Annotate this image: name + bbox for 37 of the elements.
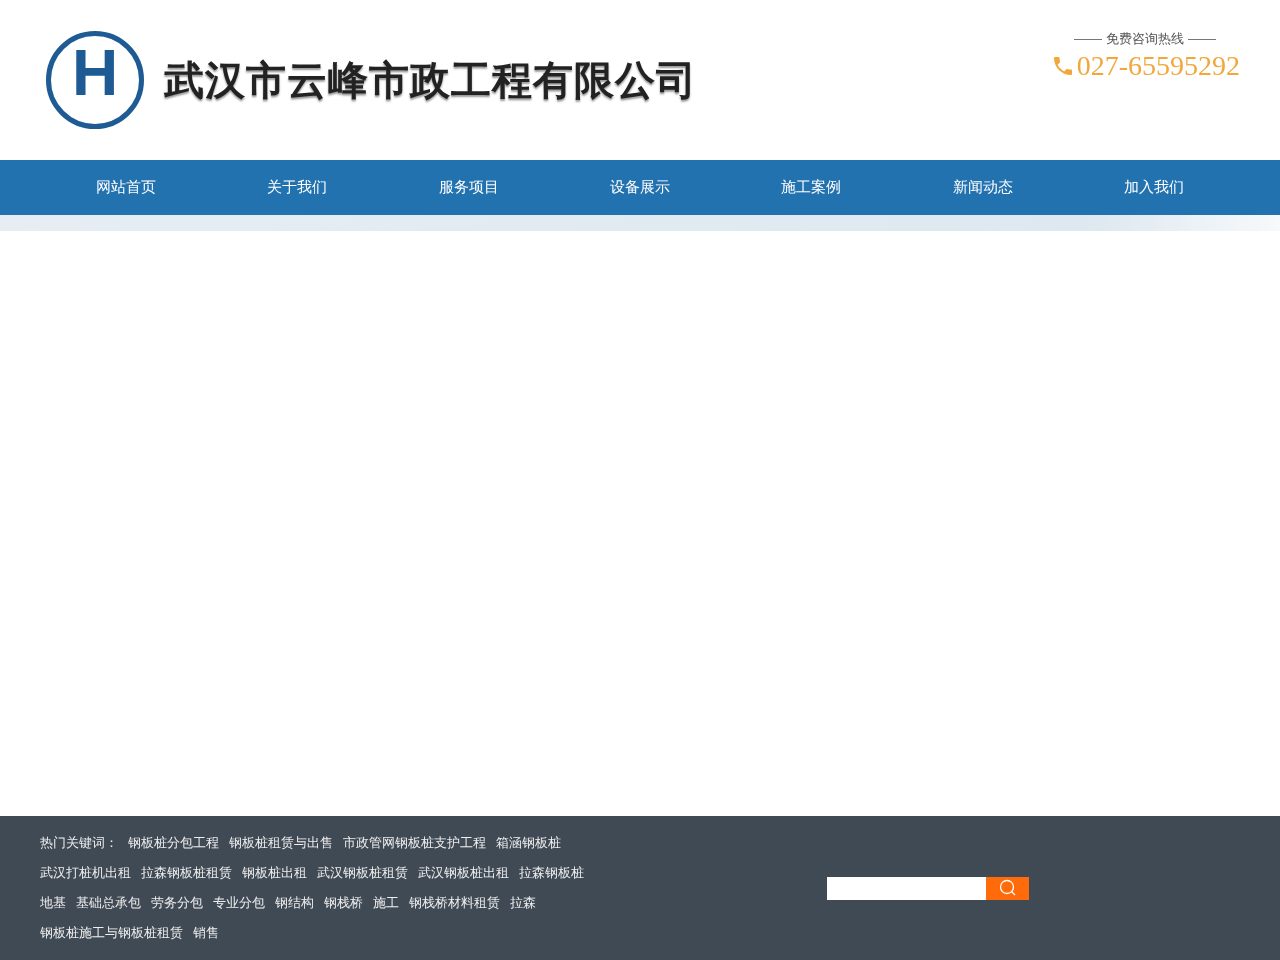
keyword-link[interactable]: 专业分包: [213, 894, 265, 912]
keyword-link[interactable]: 武汉打桩机出租: [40, 864, 131, 882]
search-icon: [998, 879, 1017, 897]
nav-link[interactable]: 设备展示: [554, 160, 726, 215]
nav-link[interactable]: 施工案例: [725, 160, 898, 215]
keyword-link[interactable]: 钢板桩租赁与出售: [229, 834, 333, 852]
keyword-link[interactable]: 武汉钢板桩出租: [418, 864, 509, 882]
keyword-link[interactable]: 钢栈桥材料租赁: [409, 894, 500, 912]
search-button[interactable]: [986, 876, 1029, 900]
keyword-link[interactable]: 基础总承包: [76, 894, 141, 912]
nav-link[interactable]: 关于我们: [211, 160, 383, 215]
keyword-link[interactable]: 箱涵钢板桩: [496, 834, 561, 852]
keyword-link[interactable]: 钢板桩施工与钢板桩租赁: [40, 924, 183, 942]
keyword-link[interactable]: 拉森钢板桩: [519, 864, 584, 882]
nav-link[interactable]: 加入我们: [1068, 160, 1240, 215]
nav-link[interactable]: 新闻动态: [897, 160, 1069, 215]
keyword-link[interactable]: 施工: [373, 894, 399, 912]
keyword-link[interactable]: 市政管网钢板桩支护工程: [343, 834, 486, 852]
keyword-link[interactable]: 销售: [193, 924, 219, 942]
keyword-link[interactable]: 钢板桩出租: [242, 864, 307, 882]
keyword-link[interactable]: 武汉钢板桩租赁: [317, 864, 408, 882]
company-name: 武汉市云峰市政工程有限公司: [164, 55, 697, 105]
keyword-link[interactable]: 钢栈桥: [324, 894, 363, 912]
keyword-link[interactable]: 钢板桩分包工程: [128, 834, 219, 852]
keyword-link[interactable]: 地基: [40, 894, 66, 912]
keyword-link[interactable]: 劳务分包: [151, 894, 203, 912]
keywords-label: 热门关键词：: [40, 834, 118, 852]
logo-emblem: H: [46, 31, 144, 129]
nav-link[interactable]: 网站首页: [40, 160, 212, 215]
search-field[interactable]: [827, 876, 986, 900]
keyword-link[interactable]: 钢结构: [275, 894, 314, 912]
nav-link[interactable]: 服务项目: [382, 160, 555, 215]
keyword-link[interactable]: 拉森: [510, 894, 536, 912]
company-logo[interactable]: H 武汉市云峰市政工程有限公司: [40, 30, 697, 130]
keyword-link[interactable]: 拉森钢板桩租赁: [141, 864, 232, 882]
hotline-label: 免费咨询热线: [1106, 30, 1185, 48]
phone-number: 027-65595292: [1076, 50, 1240, 82]
